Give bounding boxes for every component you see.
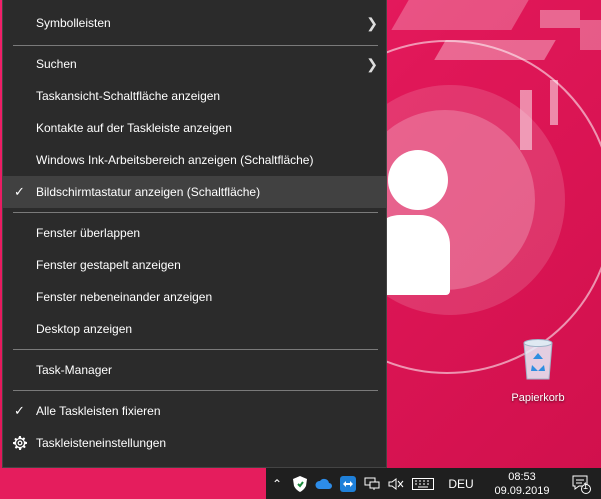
- menu-item-fenster-nebeneinander[interactable]: Fenster nebeneinander anzeigen: [3, 281, 386, 313]
- onedrive-cloud-icon[interactable]: [312, 468, 336, 499]
- taskbar[interactable]: ⌃ DEU 08:53 09.09.2019 1: [0, 468, 601, 499]
- recycle-bin-label: Papierkorb: [511, 392, 565, 404]
- menu-item-fenster-ueberlappen[interactable]: Fenster überlappen: [3, 217, 386, 249]
- menu-item-fenster-gestapelt[interactable]: Fenster gestapelt anzeigen: [3, 249, 386, 281]
- checkmark-icon: ✓: [14, 184, 25, 199]
- menu-item-taskansicht[interactable]: Taskansicht-Schaltfläche anzeigen: [3, 80, 386, 112]
- menu-separator: [13, 212, 378, 213]
- checkmark-icon: ✓: [14, 403, 25, 418]
- menu-separator: [13, 390, 378, 391]
- chevron-right-icon: ❯: [366, 15, 378, 31]
- clock-date: 09.09.2019: [494, 485, 550, 497]
- touch-keyboard-icon[interactable]: [408, 468, 438, 499]
- menu-item-suchen[interactable]: Suchen ❯: [3, 48, 386, 80]
- teamviewer-icon[interactable]: [336, 468, 360, 499]
- volume-muted-icon[interactable]: [384, 468, 408, 499]
- notification-count-badge: 1: [583, 481, 589, 491]
- menu-item-kontakte[interactable]: Kontakte auf der Taskleiste anzeigen: [3, 112, 386, 144]
- defender-shield-icon[interactable]: [288, 468, 312, 499]
- taskbar-context-menu: Symbolleisten ❯ Suchen ❯ Taskansicht-Sch…: [2, 0, 387, 468]
- menu-separator: [13, 45, 378, 46]
- chevron-right-icon: ❯: [366, 56, 378, 72]
- menu-item-bildschirmtastatur[interactable]: ✓ Bildschirmtastatur anzeigen (Schaltflä…: [3, 176, 386, 208]
- recycle-bin-icon: [523, 339, 553, 380]
- menu-separator: [13, 349, 378, 350]
- network-icon[interactable]: [360, 468, 384, 499]
- menu-item-taskleisteneinstellungen[interactable]: Taskleisteneinstellungen: [3, 427, 386, 459]
- menu-item-symbolleisten[interactable]: Symbolleisten ❯: [3, 7, 386, 39]
- action-center-icon[interactable]: 1: [566, 468, 596, 499]
- language-indicator[interactable]: DEU: [442, 468, 480, 499]
- system-tray: ⌃ DEU 08:53 09.09.2019 1: [266, 468, 601, 499]
- menu-item-taskleisten-fixieren[interactable]: ✓ Alle Taskleisten fixieren: [3, 395, 386, 427]
- recycle-bin[interactable]: Papierkorb: [506, 335, 570, 404]
- clock-time: 08:53: [508, 471, 536, 483]
- gear-icon: [13, 436, 27, 450]
- menu-item-desktop-anzeigen[interactable]: Desktop anzeigen: [3, 313, 386, 345]
- menu-item-task-manager[interactable]: Task-Manager: [3, 354, 386, 386]
- menu-item-windows-ink[interactable]: Windows Ink-Arbeitsbereich anzeigen (Sch…: [3, 144, 386, 176]
- show-hidden-icons-chevron-icon[interactable]: ⌃: [266, 468, 288, 499]
- clock[interactable]: 08:53 09.09.2019: [484, 470, 560, 498]
